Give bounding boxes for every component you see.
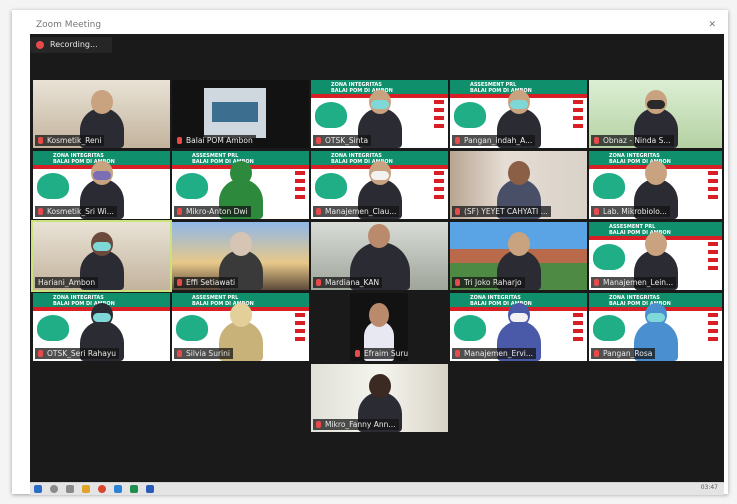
participant-name: Mardiana_KAN — [313, 277, 383, 288]
participant-name: Manajemen_Ervi... — [452, 348, 537, 359]
mic-muted-icon — [594, 208, 599, 215]
participant-tile[interactable]: Kosmetik_Reni — [33, 80, 170, 148]
participant-name: Silvia Surini — [174, 348, 233, 359]
close-icon[interactable]: ✕ — [708, 16, 716, 34]
profile-picture — [204, 88, 266, 138]
participant-tile[interactable]: Mardiana_KAN — [311, 222, 448, 290]
participant-tile[interactable]: Balai POM Ambon — [172, 80, 309, 148]
participant-name: Tri Joko Raharjo — [452, 277, 525, 288]
mic-muted-icon — [316, 421, 321, 428]
participant-name: OTSK_Seri Rahayu — [35, 348, 120, 359]
participant-tile[interactable]: ZONA INTEGRITAS BALAI POM DI AMBON OTSK_S… — [33, 293, 170, 361]
chrome-icon[interactable] — [98, 485, 106, 493]
mic-muted-icon — [455, 208, 460, 215]
participant-name: Kosmetik_Sri Wi... — [35, 206, 117, 217]
participant-tile[interactable]: ZONA INTEGRITAS BALAI POM DI AMBON Manaje… — [450, 293, 587, 361]
mic-muted-icon — [355, 350, 360, 357]
zoom-app-icon[interactable] — [114, 485, 122, 493]
participant-name: Manajemen_Lein... — [591, 277, 677, 288]
mic-muted-icon — [594, 279, 599, 286]
participant-name: Mikro_Fanny Ann... — [313, 419, 399, 430]
recording-label: Recording... — [50, 40, 98, 49]
participant-tile[interactable]: ZONA INTEGRITAS BALAI POM DI AMBON Manaje… — [311, 151, 448, 219]
participant-tile[interactable]: Efraim Suru — [350, 293, 408, 361]
participant-tile[interactable]: (SF) YEYET CAHYATI ... — [450, 151, 587, 219]
participant-name: Kosmetik_Reni — [35, 135, 105, 146]
participant-tile[interactable]: ZONA INTEGRITAS BALAI POM DI AMBON Kosmet… — [33, 151, 170, 219]
mic-muted-icon — [38, 208, 43, 215]
task-view-icon[interactable] — [66, 485, 74, 493]
mic-muted-icon — [177, 279, 182, 286]
mic-muted-icon — [594, 137, 599, 144]
mic-muted-icon — [38, 137, 43, 144]
participant-name: Manajemen_Clau... — [313, 206, 400, 217]
mic-muted-icon — [316, 208, 321, 215]
mic-muted-icon — [38, 350, 43, 357]
mic-muted-icon — [177, 208, 182, 215]
participant-tile[interactable]: ZONA INTEGRITAS BALAI POM DI AMBON OTSK_S… — [311, 80, 448, 148]
participant-name: Pangan_Rosa — [591, 348, 656, 359]
participant-tile[interactable]: Mikro_Fanny Ann... — [311, 364, 448, 432]
participant-name: OTSK_Sinta — [313, 135, 372, 146]
excel-icon[interactable] — [130, 485, 138, 493]
participant-tile[interactable]: ASSESMENT PRL BALAI POM DI AMBON Silvia S… — [172, 293, 309, 361]
start-icon[interactable] — [34, 485, 42, 493]
mic-muted-icon — [455, 279, 460, 286]
participant-name: Hariani_Ambon — [35, 277, 99, 288]
participant-name: Lab. Mikrobiolo... — [591, 206, 670, 217]
mic-muted-icon — [455, 137, 460, 144]
window-titlebar: Zoom Meeting ✕ — [24, 16, 724, 34]
participant-tile[interactable]: Tri Joko Raharjo — [450, 222, 587, 290]
mic-muted-icon — [316, 279, 321, 286]
participant-tile[interactable]: Obnaz - Ninda S... — [589, 80, 722, 148]
windows-taskbar: 03:47 — [30, 482, 724, 495]
participant-tile[interactable]: ASSESMENT PRL BALAI POM DI AMBON Pangan_i… — [450, 80, 587, 148]
participant-tile[interactable]: ASSESMENT PRL BALAI POM DI AMBON Manajeme… — [589, 222, 722, 290]
participant-tile[interactable]: Effi Setiawati — [172, 222, 309, 290]
word-icon[interactable] — [146, 485, 154, 493]
participant-tile[interactable]: ZONA INTEGRITAS BALAI POM DI AMBON Pangan… — [589, 293, 722, 361]
mic-muted-icon — [455, 350, 460, 357]
participant-name: Pangan_indah_A... — [452, 135, 536, 146]
clock: 03:47 — [700, 484, 718, 491]
participant-name: Obnaz - Ninda S... — [591, 135, 674, 146]
mic-muted-icon — [177, 137, 182, 144]
recording-dot-icon — [36, 41, 44, 49]
participant-tile[interactable]: ASSESMENT PRL BALAI POM DI AMBON Mikro-An… — [172, 151, 309, 219]
participant-name: (SF) YEYET CAHYATI ... — [452, 206, 551, 217]
window-title: Zoom Meeting — [36, 20, 102, 30]
participant-name: Balai POM Ambon — [174, 135, 256, 146]
mic-muted-icon — [177, 350, 182, 357]
participant-name: Mikro-Anton Dwi — [174, 206, 251, 217]
search-icon[interactable] — [50, 485, 58, 493]
mic-muted-icon — [316, 137, 321, 144]
mic-muted-icon — [594, 350, 599, 357]
recording-indicator[interactable]: Recording... — [30, 37, 112, 53]
participant-name: Effi Setiawati — [174, 277, 239, 288]
participant-name: Efraim Suru — [352, 348, 408, 359]
file-explorer-icon[interactable] — [82, 485, 90, 493]
participant-tile-active-speaker[interactable]: Hariani_Ambon — [33, 222, 170, 290]
participant-tile[interactable]: ZONA INTEGRITAS BALAI POM DI AMBON Lab. M… — [589, 151, 722, 219]
